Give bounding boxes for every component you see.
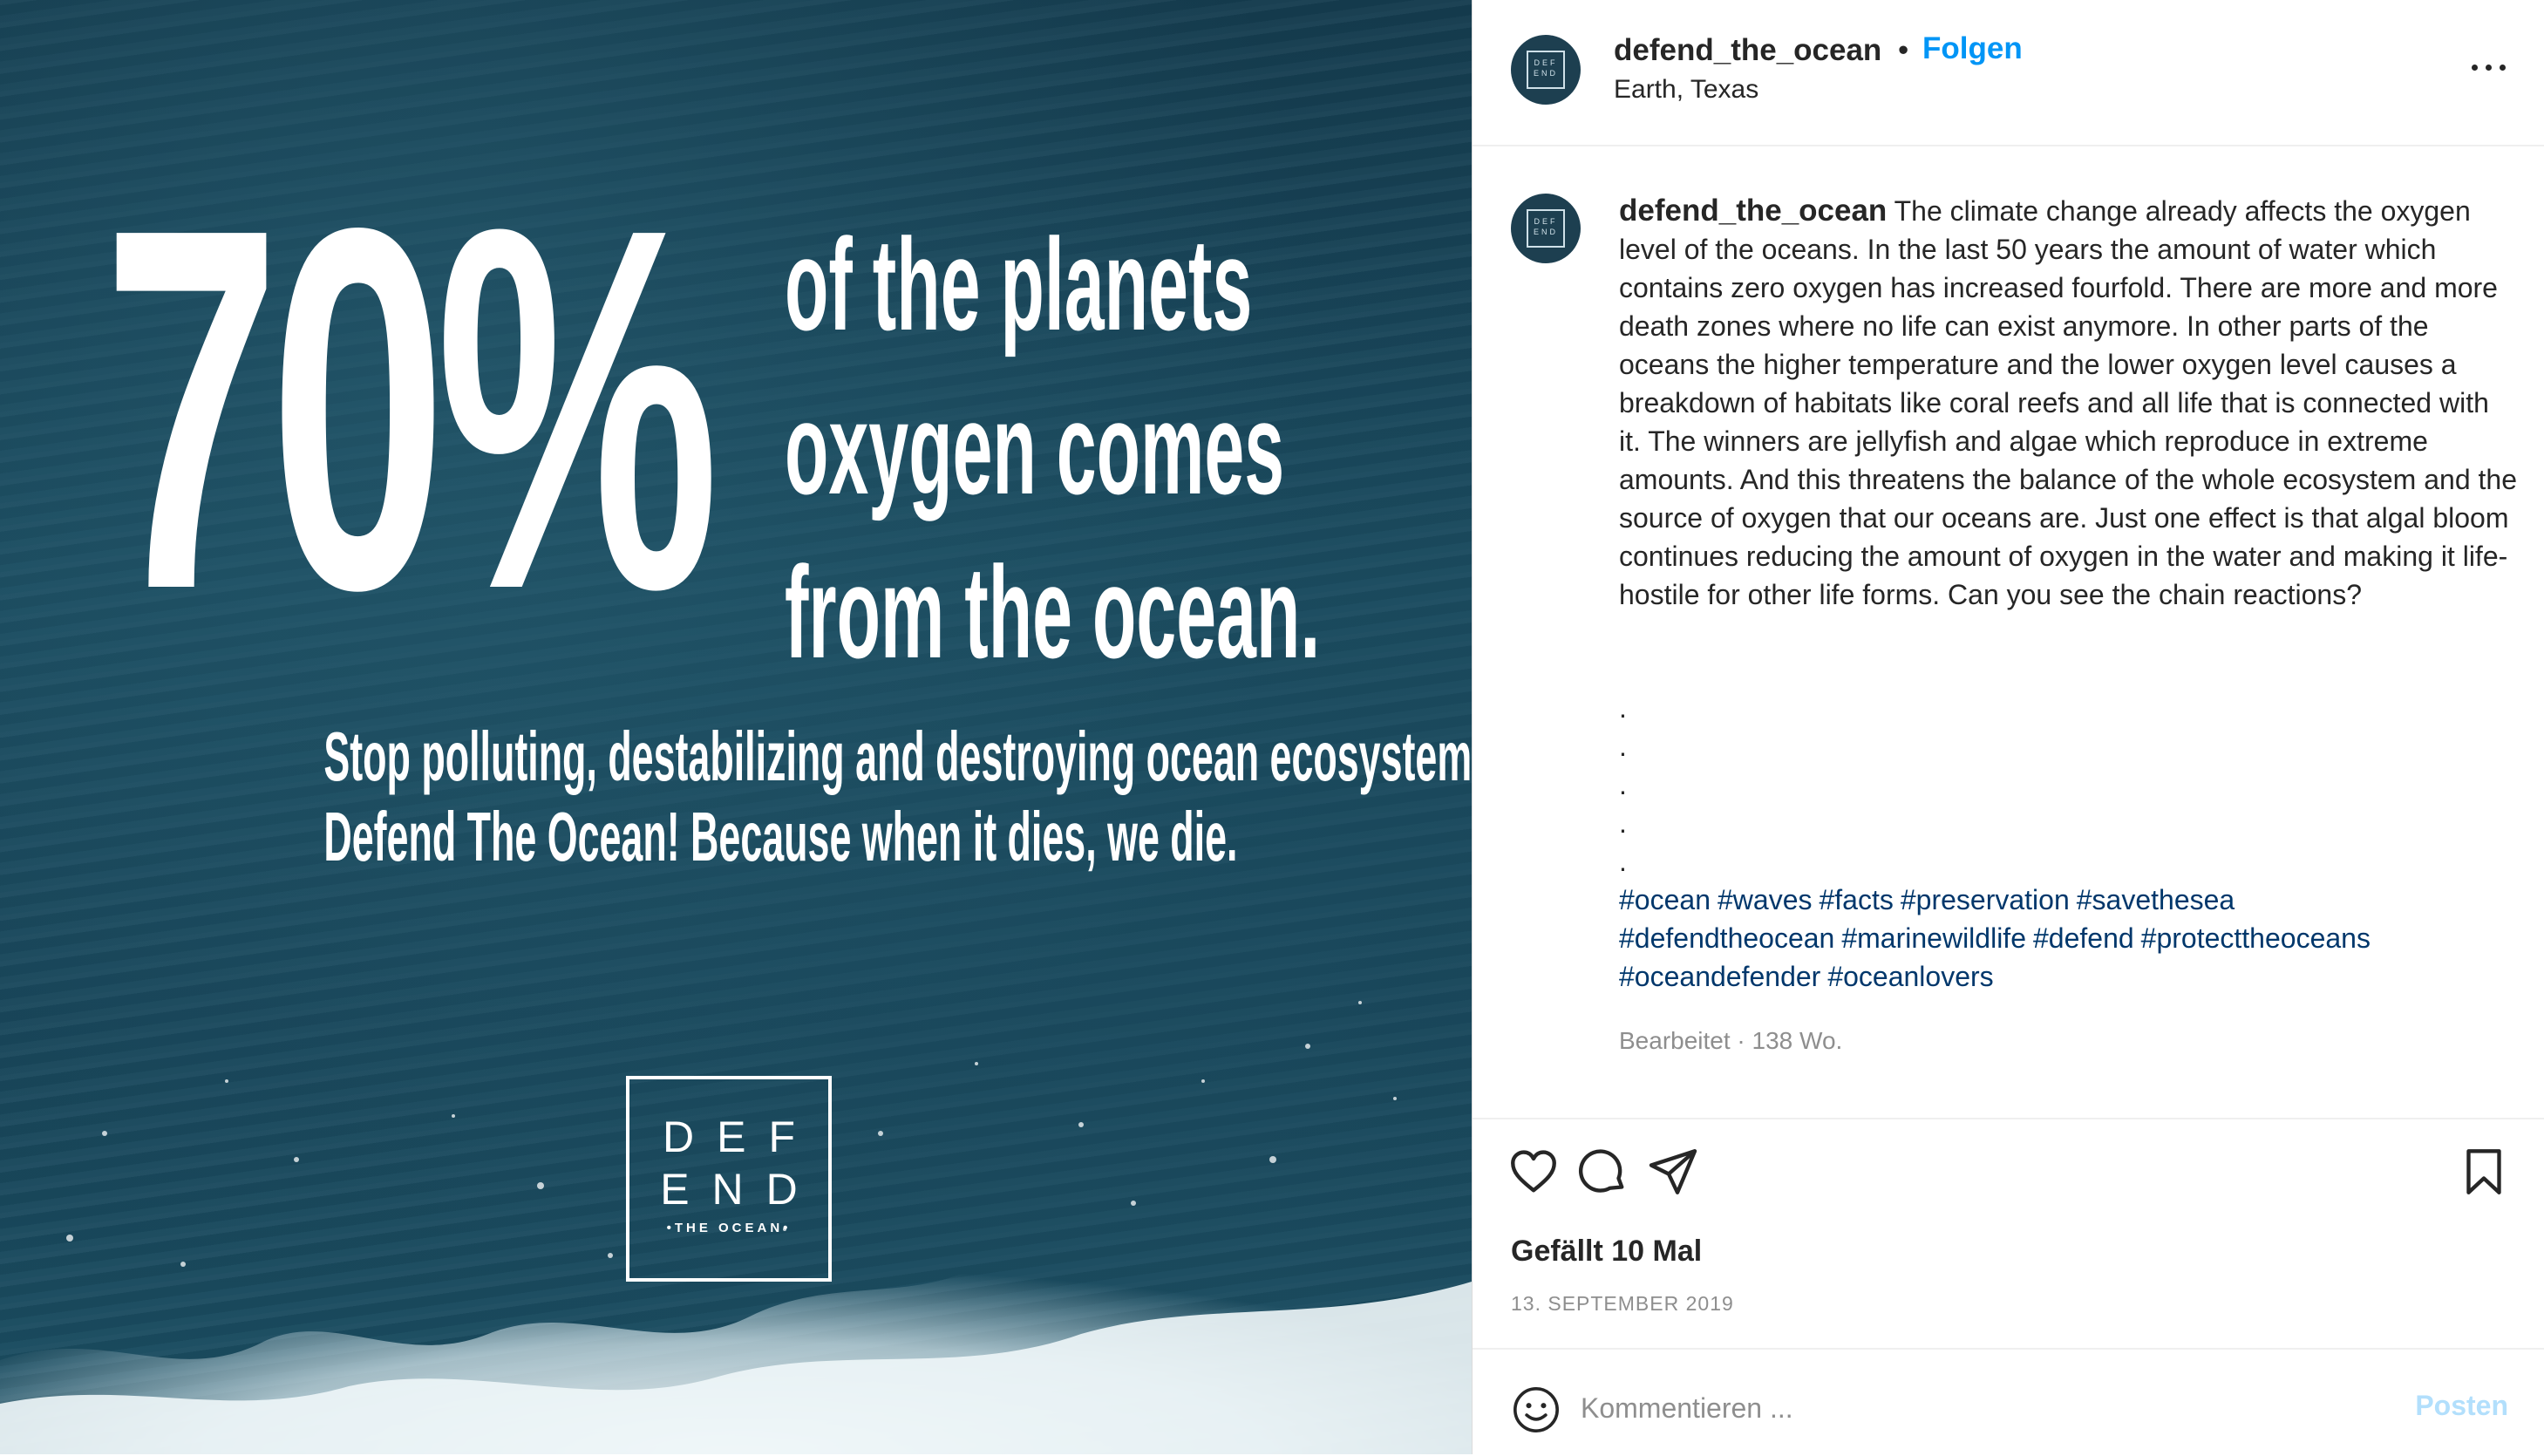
- caption-dot: .: [1619, 807, 1627, 839]
- hashtag-link[interactable]: #facts: [1819, 884, 1893, 915]
- edited-timestamp[interactable]: Bearbeitet · 138 Wo.: [1619, 1027, 1842, 1055]
- slogan-line: Stop polluting, destabilizing and destro…: [323, 718, 1472, 795]
- post-header: DEF END defend_the_ocean • Folgen Earth, …: [1473, 0, 2544, 146]
- location-link[interactable]: Earth, Texas: [1614, 75, 1758, 105]
- caption-dot: .: [1619, 731, 1627, 762]
- post-sidebar: DEF END defend_the_ocean • Folgen Earth, …: [1472, 0, 2544, 1454]
- headline-line: oxygen comes: [785, 375, 1285, 521]
- slogan: Stop polluting, destabilizing and destro…: [0, 717, 1472, 877]
- headline-percentage: 70%: [103, 122, 719, 697]
- caption-dot: .: [1619, 692, 1627, 724]
- likes-count[interactable]: Gefällt 10 Mal: [1511, 1235, 1702, 1269]
- avatar[interactable]: DEF END: [1511, 35, 1581, 105]
- avatar-logo-icon: DEF END: [1527, 209, 1565, 248]
- caption-dots: . . . . .: [1619, 689, 1627, 881]
- post-image[interactable]: 70% of the planets oxygen comes from the…: [0, 0, 1472, 1454]
- hashtag-link[interactable]: #waves: [1718, 884, 1813, 915]
- headline-line: of the planets: [785, 211, 1253, 357]
- action-bar: Gefällt 10 Mal 13. SEPTEMBER 2019: [1473, 1118, 2544, 1346]
- hashtags: #ocean #waves #facts #preservation #savethes…: [1619, 881, 2526, 996]
- caption-text: The climate change already affects the o…: [1619, 195, 2517, 610]
- more-options-icon[interactable]: [2472, 49, 2507, 84]
- avatar-logo-icon: DEF END: [1527, 51, 1565, 89]
- hashtag-link[interactable]: #ocean: [1619, 884, 1711, 915]
- caption-dot: .: [1619, 846, 1627, 877]
- header-username[interactable]: defend_the_ocean: [1614, 33, 1881, 68]
- hashtag-link[interactable]: #protecttheoceans: [2141, 922, 2371, 954]
- comment-input[interactable]: [1579, 1383, 2350, 1433]
- hashtag-link[interactable]: #savethesea: [2077, 884, 2235, 915]
- caption-dot: .: [1619, 769, 1627, 800]
- follow-button[interactable]: Folgen: [1922, 31, 2023, 66]
- hashtag-link[interactable]: #oceanlovers: [1827, 961, 1993, 992]
- post-comment-button[interactable]: Posten: [2415, 1390, 2508, 1422]
- instagram-post: 70% of the planets oxygen comes from the…: [0, 0, 2544, 1454]
- slogan-line: Defend The Ocean! Because when it dies, …: [323, 798, 1238, 875]
- defend-logo: DEF END •THE OCEAN•: [626, 1076, 832, 1282]
- hashtag-link[interactable]: #preservation: [1901, 884, 2070, 915]
- comment-bar: Posten: [1473, 1348, 2544, 1456]
- post-date: 13. SEPTEMBER 2019: [1511, 1292, 1734, 1315]
- headline-text: of the planets oxygen comes from the oce…: [785, 202, 1412, 694]
- hashtag-link[interactable]: #marinewildlife: [1841, 922, 2026, 954]
- bookmark-icon[interactable]: [2458, 1146, 2510, 1198]
- caption-avatar[interactable]: DEF END: [1511, 194, 1581, 263]
- hashtag-link[interactable]: #defendtheocean: [1619, 922, 1834, 954]
- emoji-icon[interactable]: [1511, 1385, 1561, 1435]
- share-icon[interactable]: [1647, 1146, 1699, 1198]
- logo-line: END: [660, 1165, 820, 1214]
- separator-dot: •: [1898, 33, 1909, 67]
- logo-line: DEF: [663, 1112, 818, 1161]
- comment-icon[interactable]: [1577, 1146, 1629, 1198]
- caption-username[interactable]: defend_the_ocean: [1619, 194, 1887, 228]
- caption: defend_the_ocean The climate change alre…: [1619, 192, 2517, 614]
- heart-icon[interactable]: [1507, 1146, 1560, 1198]
- headline-line: from the ocean.: [785, 539, 1321, 685]
- hashtag-link[interactable]: #oceandefender: [1619, 961, 1820, 992]
- hashtag-link[interactable]: #defend: [2033, 922, 2134, 954]
- logo-subtitle: •THE OCEAN•: [666, 1221, 792, 1235]
